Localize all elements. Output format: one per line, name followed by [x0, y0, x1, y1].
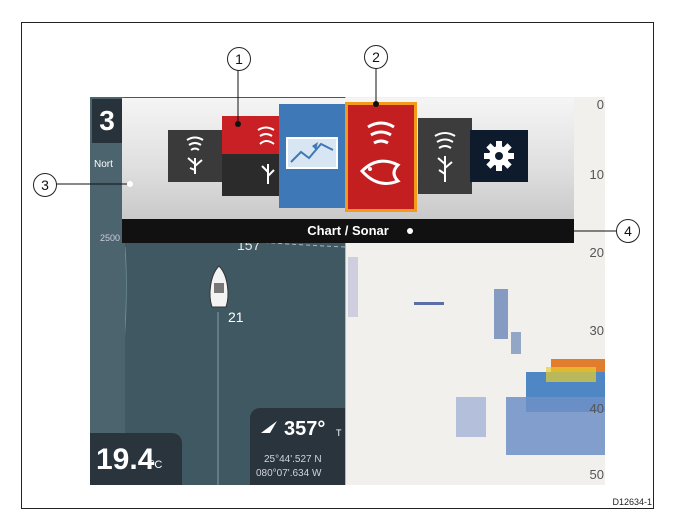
temperature-value: 19.4 [96, 443, 155, 476]
callout-4: 4 [616, 219, 640, 243]
fishfinder-icon [186, 136, 204, 174]
fishfinder-icon [434, 132, 456, 182]
temperature-unit: °C [150, 459, 163, 471]
app-tile-split-sonar[interactable] [222, 116, 282, 196]
heading-position-databox: 357° T 25°44'.527 N 080°07'.634 W [250, 408, 346, 485]
app-tile-fishfinder[interactable] [168, 130, 222, 182]
vessel-icon [209, 265, 229, 308]
depth-readout: 3 [92, 99, 122, 143]
depth-scale-40: 40 [589, 401, 604, 416]
sonar-fish-icon [359, 121, 401, 185]
depth-scale-30: 30 [589, 323, 604, 338]
callout-1: 1 [227, 47, 251, 71]
app-tile-settings[interactable] [470, 130, 528, 182]
split-sonar-icon [257, 126, 275, 184]
depth-scale-20: 20 [589, 245, 604, 260]
heading-pointer-icon [261, 421, 277, 433]
latitude-value: 25°44'.527 N [264, 454, 322, 465]
gear-icon [484, 141, 514, 171]
callout-3: 3 [33, 173, 57, 197]
depth-scale-0: 0 [596, 97, 604, 112]
longitude-value: 080°07'.634 W [256, 468, 322, 479]
heading-unit: T [336, 428, 342, 438]
app-tile-fishfinder[interactable] [418, 118, 472, 194]
figure-id: D12634-1 [612, 497, 652, 507]
app-tile-sonar[interactable] [345, 102, 417, 212]
temperature-databox: 19.4 °C [90, 433, 182, 485]
contour-label: 2500 [100, 233, 121, 243]
chart-icon [286, 137, 338, 169]
selected-app-label: Chart / Sonar [122, 219, 574, 243]
depth-scale-10: 10 [589, 167, 604, 182]
heading-value: 357° [284, 418, 326, 440]
north-up-label: Nort [94, 159, 113, 170]
app-tile-chart[interactable] [279, 104, 347, 208]
depth-scale-50: 50 [589, 467, 604, 482]
spot-depth-label: 21 [228, 309, 244, 325]
callout-2: 2 [364, 45, 388, 69]
